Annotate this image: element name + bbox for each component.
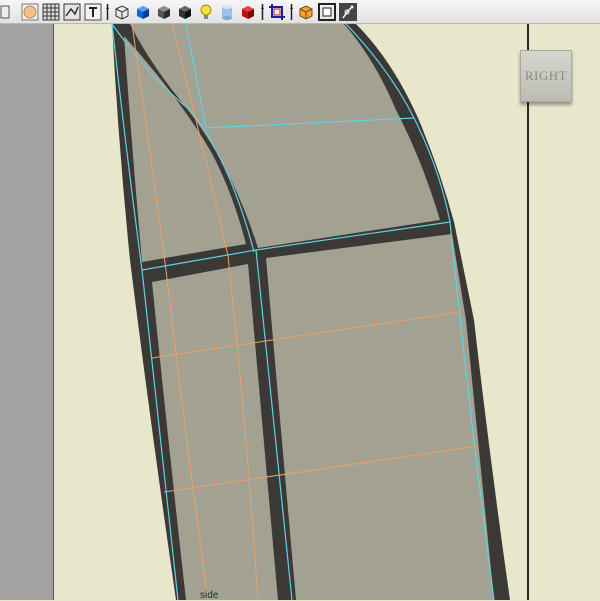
viewport-frame-edge xyxy=(527,24,529,600)
wireframe-grid-icon[interactable] xyxy=(42,3,60,21)
orange-box-icon[interactable] xyxy=(297,3,315,21)
3d-viewport[interactable] xyxy=(54,24,600,600)
separator-handle-icon xyxy=(260,3,265,21)
light-bulb-icon[interactable] xyxy=(197,3,215,21)
text-tool-icon[interactable] xyxy=(84,3,102,21)
blue-shaded-cube-icon[interactable] xyxy=(134,3,152,21)
left-panel-gutter xyxy=(0,24,54,600)
texture-view-icon[interactable] xyxy=(63,3,81,21)
sphere-icon[interactable] xyxy=(21,3,39,21)
separator-handle-icon xyxy=(289,3,294,21)
separator-handle-icon xyxy=(105,3,110,21)
flat-shaded-cube-icon[interactable] xyxy=(176,3,194,21)
smooth-shaded-cube-icon[interactable] xyxy=(155,3,173,21)
toolbar xyxy=(0,0,600,24)
skeleton-joint-icon[interactable] xyxy=(339,2,357,21)
view-cube-right[interactable]: RIGHT xyxy=(520,50,572,102)
red-cube-icon[interactable] xyxy=(239,3,257,21)
object-name-label: side xyxy=(200,590,219,601)
frame-icon[interactable] xyxy=(318,2,336,21)
blue-cylinder-icon[interactable] xyxy=(218,3,236,21)
crop-icon[interactable] xyxy=(268,3,286,21)
select-icon[interactable] xyxy=(0,3,18,21)
mesh-face xyxy=(266,234,494,600)
mesh-render xyxy=(111,24,510,600)
wireframe-cube-icon[interactable] xyxy=(113,3,131,21)
view-cube-label: RIGHT xyxy=(524,68,568,83)
